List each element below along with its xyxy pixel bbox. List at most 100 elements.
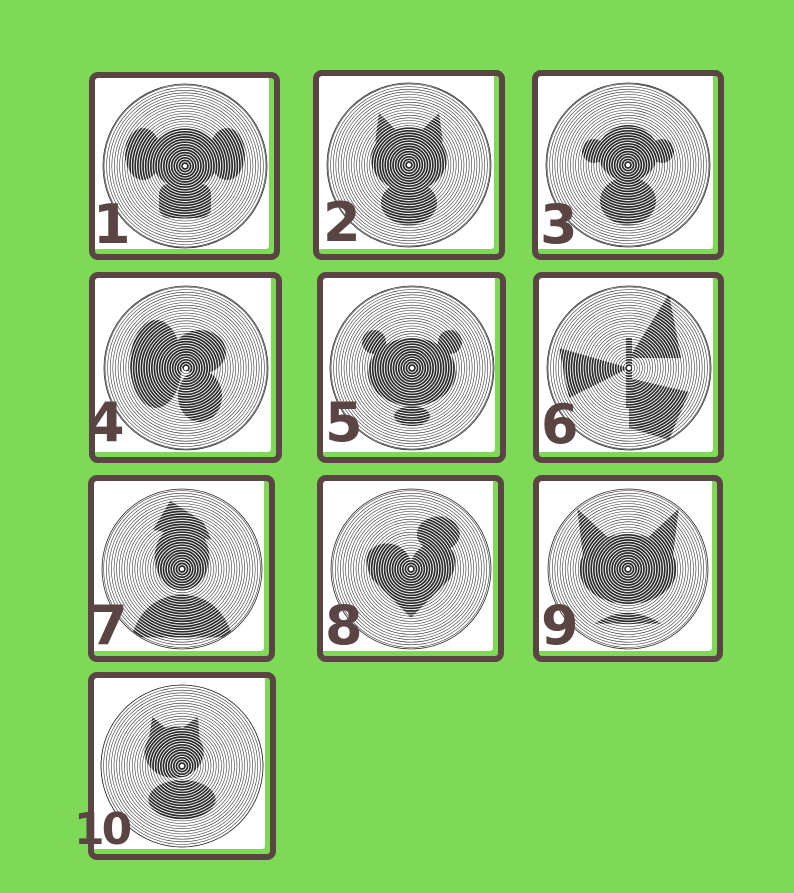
- squirrel-icon: [129, 319, 226, 422]
- ring: [570, 107, 686, 223]
- bold-ring: [396, 554, 425, 583]
- ring: [335, 91, 483, 239]
- bold-ring: [133, 520, 230, 617]
- ring: [622, 361, 635, 374]
- design-number-9: 9: [541, 594, 579, 657]
- design-tile-1[interactable]: 1: [89, 72, 280, 260]
- ring: [344, 502, 477, 635]
- design-number-5: 5: [325, 391, 363, 454]
- design-tile-10[interactable]: 10: [74, 672, 276, 860]
- bold-ring: [361, 329, 462, 426]
- bold-ring: [361, 329, 462, 426]
- bold-ring: [154, 136, 215, 196]
- bold-ring: [582, 125, 674, 225]
- ring: [554, 91, 702, 239]
- bold-ring: [595, 132, 661, 198]
- ring: [338, 294, 485, 441]
- bold-ring: [175, 562, 188, 575]
- bold-ring: [136, 128, 233, 215]
- bold-ring: [595, 536, 661, 601]
- design-tile-4[interactable]: 4: [87, 272, 282, 463]
- bold-ring: [598, 337, 659, 398]
- bold-ring: [582, 125, 674, 214]
- ring: [108, 692, 256, 840]
- bold-ring: [562, 301, 689, 434]
- design-number-1: 1: [93, 193, 131, 256]
- ring: [572, 109, 684, 221]
- ring: [126, 513, 237, 624]
- bold-ring: [130, 510, 233, 627]
- bold-ring: [577, 507, 679, 624]
- design-tile-7[interactable]: 7: [88, 475, 275, 662]
- bold-ring: [371, 113, 447, 224]
- bold-ring: [407, 363, 416, 372]
- bold-ring: [371, 113, 447, 221]
- bold-ring: [405, 161, 413, 169]
- bold-ring: [580, 319, 677, 416]
- bold-ring: [379, 135, 439, 195]
- ring: [124, 708, 240, 824]
- bold-ring: [621, 562, 635, 575]
- bold-ring: [598, 538, 658, 599]
- bold-ring: [376, 132, 442, 198]
- bold-ring: [570, 309, 687, 426]
- bold-ring: [579, 520, 677, 617]
- outer-rim: [101, 488, 262, 649]
- bold-ring: [152, 133, 217, 199]
- design-tile-8[interactable]: 8: [317, 475, 504, 662]
- ring: [351, 107, 467, 223]
- bold-ring: [388, 546, 433, 591]
- bold-ring: [129, 319, 226, 422]
- bold-ring: [577, 512, 679, 624]
- ring: [123, 510, 240, 627]
- ring: [343, 99, 475, 231]
- bold-ring: [144, 716, 216, 820]
- spiral-art-4: [103, 285, 268, 450]
- design-number-10: 10: [74, 804, 132, 855]
- bold-ring: [130, 502, 233, 635]
- bold-ring: [371, 116, 447, 214]
- bold-ring: [371, 329, 452, 408]
- design-tile-9[interactable]: 9: [533, 475, 723, 662]
- bold-ring: [128, 128, 241, 218]
- bold-ring: [361, 329, 462, 426]
- design-tile-3[interactable]: 3: [532, 70, 724, 260]
- bold-ring: [577, 507, 679, 624]
- bold-ring: [624, 363, 633, 372]
- ring: [554, 495, 702, 642]
- ring: [588, 125, 668, 205]
- bold-ring: [406, 564, 415, 573]
- page: { "colors": { "background": "#7ed957", "…: [0, 0, 794, 893]
- ring: [129, 110, 240, 222]
- bold-ring: [144, 725, 216, 807]
- design-tile-2[interactable]: 2: [313, 70, 505, 260]
- bold-ring: [613, 150, 643, 180]
- ring: [116, 700, 248, 832]
- bold-ring: [153, 335, 218, 400]
- design-number-6: 6: [541, 393, 579, 456]
- ring: [144, 126, 225, 206]
- bold-ring: [149, 733, 215, 799]
- bold-ring: [371, 124, 447, 206]
- concentric-rings: [104, 286, 267, 449]
- ring: [353, 109, 465, 221]
- bold-ring: [381, 337, 442, 398]
- bold-ring: [587, 528, 669, 609]
- design-tile-6[interactable]: 6: [533, 272, 724, 463]
- ring: [108, 495, 255, 642]
- ring: [353, 309, 470, 426]
- bold-ring: [365, 515, 460, 618]
- bold-ring: [130, 500, 233, 637]
- bold-ring: [402, 158, 416, 172]
- bold-ring: [163, 345, 208, 390]
- design-tile-5[interactable]: 5: [317, 272, 506, 463]
- bold-ring: [170, 151, 199, 181]
- bold-ring: [613, 554, 643, 583]
- ring: [134, 521, 229, 616]
- ring: [103, 84, 266, 248]
- bold-ring: [144, 716, 216, 820]
- ring: [115, 502, 248, 635]
- ring: [111, 92, 258, 240]
- bold-ring: [155, 337, 216, 398]
- bold-ring: [144, 716, 216, 820]
